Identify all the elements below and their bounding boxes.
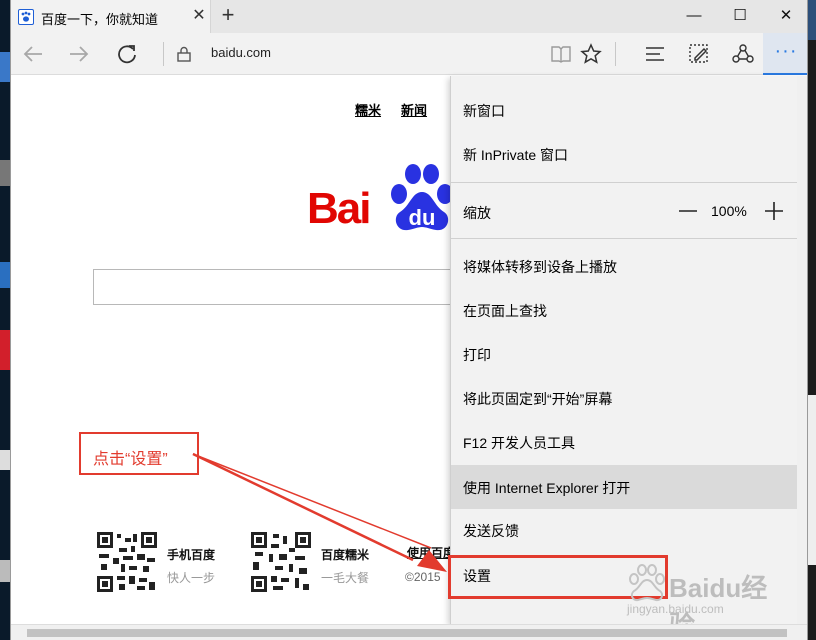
menu-item-cast-media[interactable]: 将媒体转移到设备上播放: [451, 244, 807, 288]
menu-item-zoom: 缩放 100%: [451, 190, 807, 234]
desktop-right-edge: [808, 0, 816, 640]
menu-label: 将媒体转移到设备上播放: [463, 259, 617, 275]
menu-item-new-inprivate[interactable]: 新 InPrivate 窗口: [451, 132, 807, 176]
menu-label: 缩放: [463, 205, 491, 221]
menu-item-new-window[interactable]: 新窗口: [451, 88, 807, 132]
desktop-left-edge: [0, 0, 10, 640]
horizontal-scrollbar[interactable]: [11, 624, 807, 640]
more-actions-menu: 新窗口 新 InPrivate 窗口 缩放 100% 将媒体转移到设备上播放 在…: [450, 76, 807, 624]
menu-label: 使用 Internet Explorer 打开: [463, 480, 631, 496]
menu-item-open-with-ie[interactable]: 使用 Internet Explorer 打开: [451, 465, 807, 509]
menu-label: 在页面上查找: [463, 303, 547, 319]
menu-item-send-feedback[interactable]: 发送反馈: [451, 508, 807, 552]
menu-divider: [451, 238, 799, 239]
zoom-out-icon[interactable]: [677, 200, 699, 222]
menu-item-find-on-page[interactable]: 在页面上查找: [451, 288, 807, 332]
menu-label: 发送反馈: [463, 523, 519, 539]
zoom-value: 100%: [711, 203, 747, 219]
zoom-in-icon[interactable]: [763, 200, 785, 222]
baidu-jingyan-watermark: Baidu经验 jingyan.baidu.com: [617, 560, 777, 640]
menu-label: 将此页固定到“开始”屏幕: [463, 391, 613, 407]
watermark-sub-text: jingyan.baidu.com: [627, 602, 724, 616]
menu-label: 新 InPrivate 窗口: [463, 147, 569, 163]
horizontal-scrollbar-thumb[interactable]: [27, 629, 787, 637]
menu-label: F12 开发人员工具: [463, 435, 576, 451]
menu-label: 打印: [463, 347, 491, 363]
menu-item-pin-to-start[interactable]: 将此页固定到“开始”屏幕: [451, 376, 807, 420]
browser-window: 百度一下，你就知道 ✕ + — ☐ ✕ baidu.com ··· 糯米 新闻 …: [10, 0, 808, 640]
watermark-paw-icon: [629, 564, 665, 602]
vertical-scrollbar[interactable]: [797, 76, 807, 624]
menu-divider: [451, 182, 799, 183]
menu-item-print[interactable]: 打印: [451, 332, 807, 376]
menu-label: 新窗口: [463, 103, 505, 119]
menu-item-f12-tools[interactable]: F12 开发人员工具: [451, 420, 807, 464]
